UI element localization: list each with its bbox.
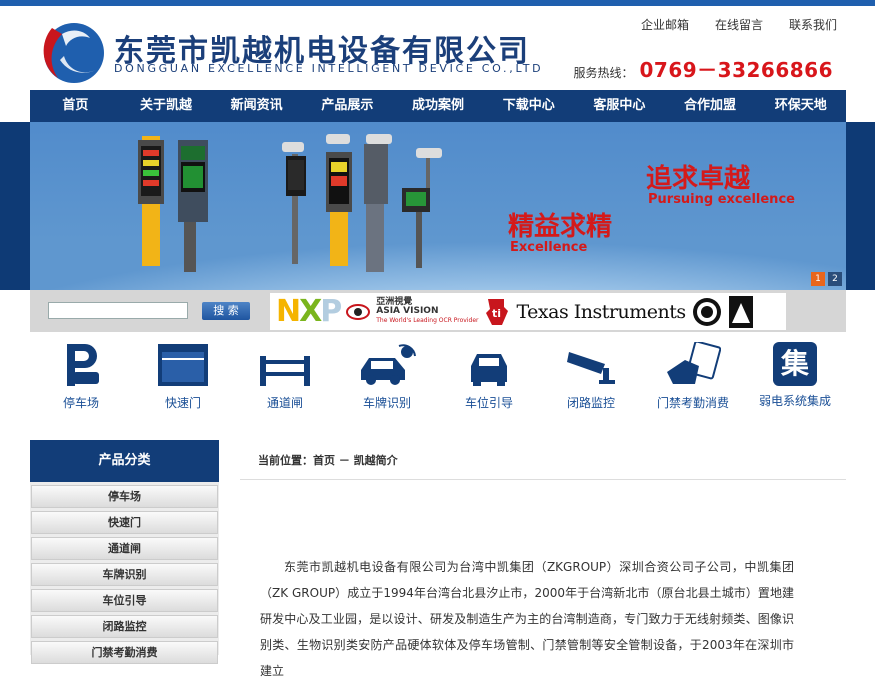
certification-badge-icon bbox=[728, 295, 753, 328]
icon-label: 通道闸 bbox=[266, 396, 303, 410]
nav-service[interactable]: 客服中心 bbox=[574, 90, 665, 122]
parking-guide-icon bbox=[471, 354, 507, 386]
sidebar-item-parking[interactable]: 停车场 bbox=[31, 485, 218, 508]
ti-logo-icon: ti bbox=[486, 298, 509, 325]
search-input[interactable] bbox=[48, 302, 188, 319]
nav-about[interactable]: 关于凯越 bbox=[121, 90, 212, 122]
top-links: 企业邮箱 在线留言 联系我们 bbox=[641, 16, 837, 33]
seal-icon bbox=[692, 297, 721, 326]
icon-link-access-card[interactable]: 门禁考勤消费 bbox=[642, 342, 744, 422]
hotline-label: 服务热线： bbox=[573, 66, 634, 80]
brand-asia-vision[interactable]: 亞洲視覺 ASIA VISION The World's Leading OCR… bbox=[376, 298, 478, 325]
company-name-en: DONGGUAN EXCELLENCE INTELLIGENT DEVICE C… bbox=[114, 62, 544, 75]
breadcrumb-text: 当前位置：首页 － 凯越简介 bbox=[258, 454, 398, 467]
nav-downloads[interactable]: 下载中心 bbox=[483, 90, 574, 122]
access-card-icon bbox=[667, 342, 721, 384]
sidebar-item-cctv[interactable]: 闭路监控 bbox=[31, 615, 218, 638]
plate-recognition-icon bbox=[361, 344, 416, 385]
search-bar: 搜 索 NXP 亞洲視覺 ASIA VISION The World's Lea… bbox=[30, 290, 846, 332]
nav-environment[interactable]: 环保天地 bbox=[755, 90, 846, 122]
banner-slogan-2: 精益求精 bbox=[508, 212, 613, 242]
sidebar-item-gate[interactable]: 通道闸 bbox=[31, 537, 218, 560]
icon-label: 弱电系统集成 bbox=[758, 394, 831, 408]
slide-dot-1[interactable]: 1 bbox=[811, 272, 825, 286]
icon-link-plate-recognition[interactable]: 车牌识别 bbox=[336, 342, 438, 422]
icon-link-parking[interactable]: 停车场 bbox=[30, 342, 132, 422]
sidebar-item-parking-guide[interactable]: 车位引导 bbox=[31, 589, 218, 612]
toplink-email[interactable]: 企业邮箱 bbox=[641, 16, 689, 33]
integration-icon: 集 bbox=[773, 342, 817, 386]
icon-link-parking-guide[interactable]: 车位引导 bbox=[438, 342, 540, 422]
sidebar-item-access-control[interactable]: 门禁考勤消费 bbox=[31, 641, 218, 664]
sidebar-title: 产品分类 bbox=[30, 440, 219, 482]
nav-cases[interactable]: 成功案例 bbox=[393, 90, 484, 122]
nav-news[interactable]: 新闻资讯 bbox=[211, 90, 302, 122]
fast-door-icon bbox=[158, 344, 208, 386]
company-intro-text: 东莞市凯越机电设备有限公司为台湾中凯集团（ZKGROUP）深圳合资公司子公司，中… bbox=[260, 560, 794, 678]
icon-link-fast-door[interactable]: 快速门 bbox=[132, 342, 234, 422]
gate-icon bbox=[260, 356, 310, 386]
sidebar: 产品分类 停车场 快速门 通道闸 车牌识别 车位引导 闭路监控 门禁考勤消费 bbox=[30, 440, 219, 664]
toplink-contact[interactable]: 联系我们 bbox=[789, 16, 837, 33]
icon-link-integration[interactable]: 集 弱电系统集成 bbox=[744, 342, 846, 422]
brand-texas-instruments[interactable]: Texas Instruments bbox=[516, 301, 686, 323]
main-nav: 首页 关于凯越 新闻资讯 产品展示 成功案例 下载中心 客服中心 合作加盟 环保… bbox=[30, 90, 846, 122]
hotline: 服务热线： 0769－33266866 bbox=[573, 54, 833, 83]
hotline-number: 0769－33266866 bbox=[639, 58, 833, 82]
partner-brands: NXP 亞洲視覺 ASIA VISION The World's Leading… bbox=[270, 293, 786, 330]
banner-slogan-1: 追求卓越 bbox=[646, 164, 751, 194]
icon-link-gate[interactable]: 通道闸 bbox=[234, 342, 336, 422]
header: 东莞市凯越机电设备有限公司 DONGGUAN EXCELLENCE INTELL… bbox=[0, 6, 875, 90]
slide-indicators: 1 2 bbox=[811, 272, 842, 286]
banner-slogan-1-en: Pursuing excellence bbox=[648, 192, 795, 207]
icon-link-cctv[interactable]: 闭路监控 bbox=[540, 342, 642, 422]
asia-vision-eye-icon bbox=[346, 303, 371, 320]
icon-label: 门禁考勤消费 bbox=[656, 396, 729, 410]
product-icon-row: 停车场 快速门 通道闸 车牌识别 车位引导 闭路监控 门禁考勤消费 集 弱电系统… bbox=[30, 342, 846, 422]
breadcrumb: 当前位置：首页 － 凯越简介 bbox=[240, 440, 846, 480]
banner-slideshow[interactable]: 追求卓越 Pursuing excellence 精益求精 Excellence… bbox=[30, 122, 846, 290]
parking-icon bbox=[67, 344, 99, 386]
company-logo-icon[interactable] bbox=[38, 20, 104, 86]
sidebar-item-plate-recognition[interactable]: 车牌识别 bbox=[31, 563, 218, 586]
icon-label: 车位引导 bbox=[464, 396, 513, 410]
svg-text:ti: ti bbox=[492, 307, 501, 320]
icon-label: 车牌识别 bbox=[362, 396, 411, 410]
cctv-icon bbox=[567, 352, 615, 384]
nav-products[interactable]: 产品展示 bbox=[302, 90, 393, 122]
search-button[interactable]: 搜 索 bbox=[202, 302, 250, 320]
sidebar-item-fast-door[interactable]: 快速门 bbox=[31, 511, 218, 534]
icon-label: 闭路监控 bbox=[566, 396, 615, 410]
icon-label: 快速门 bbox=[164, 396, 201, 410]
icon-label: 停车场 bbox=[62, 396, 99, 410]
brand-nxp-logo[interactable]: NXP bbox=[276, 294, 342, 329]
nav-partners[interactable]: 合作加盟 bbox=[665, 90, 756, 122]
slide-dot-2[interactable]: 2 bbox=[828, 272, 842, 286]
banner-slogan-2-en: Excellence bbox=[510, 240, 588, 255]
nav-home[interactable]: 首页 bbox=[30, 90, 121, 122]
toplink-message[interactable]: 在线留言 bbox=[715, 16, 763, 33]
